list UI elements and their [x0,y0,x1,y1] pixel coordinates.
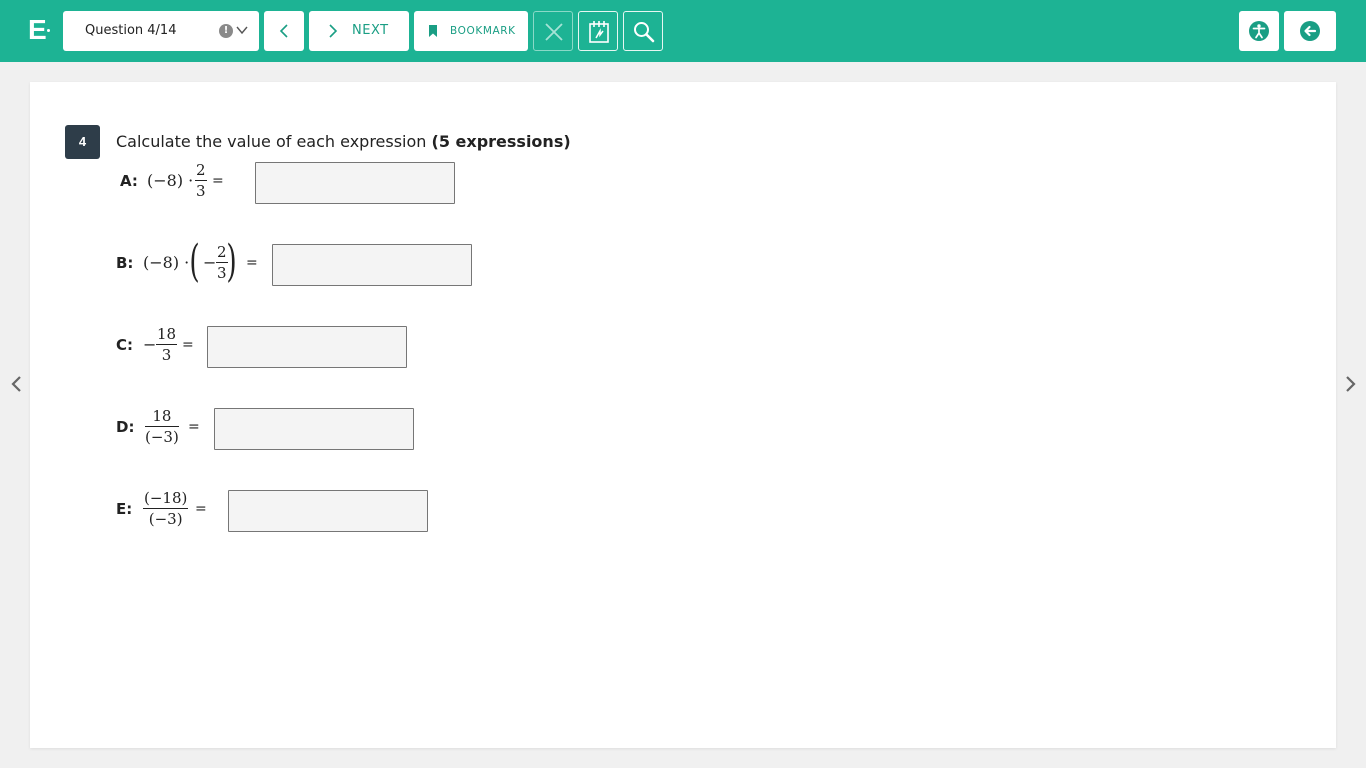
answer-input-b[interactable] [272,244,472,286]
expression-lead: (−8) · [143,253,190,272]
chevron-right-icon [329,24,338,38]
fraction: (−18) (−3) [143,489,189,528]
bookmark-button-label: BOOKMARK [450,25,516,37]
row-label: C: [116,336,134,354]
equals-sign: = [195,501,207,517]
notepad-button[interactable] [578,11,618,51]
top-toolbar: E Question 4/14 ! NEXT BOOKMARK [0,0,1366,62]
accessibility-icon [1249,21,1269,41]
fraction: 18 3 [156,325,178,364]
open-parenthesis: ( [189,236,200,287]
negative-sign: − [203,253,217,272]
question-prompt: Calculate the value of each expression (… [116,132,571,151]
zoom-button[interactable] [623,11,663,51]
equals-sign: = [188,419,200,435]
equals-sign: = [246,255,258,271]
row-label: D: [116,418,135,436]
question-number-badge: 4 [65,125,100,159]
question-selector[interactable]: Question 4/14 ! [63,11,259,51]
previous-button[interactable] [264,11,304,51]
question-selector-label: Question 4/14 [85,23,177,38]
fraction: 2 3 [195,161,207,200]
bookmark-icon [429,25,437,37]
eliminate-button[interactable] [533,11,573,51]
bookmark-button[interactable]: BOOKMARK [414,11,528,51]
exit-button[interactable] [1284,11,1336,51]
next-button[interactable]: NEXT [309,11,409,51]
chevron-left-icon [279,24,288,38]
equals-sign: = [212,173,224,189]
answer-input-d[interactable] [214,408,414,450]
close-icon [545,23,563,41]
row-label: B: [116,254,134,272]
answer-input-e[interactable] [228,490,428,532]
answer-input-c[interactable] [207,326,407,368]
warning-icon: ! [219,24,233,38]
notepad-icon [589,21,609,43]
question-prompt-count: (5 expressions) [431,132,571,151]
row-label: A: [120,172,138,190]
next-button-label: NEXT [352,23,389,38]
answer-input-a[interactable] [255,162,455,204]
fraction: 18 (−3) [145,407,179,446]
negative-sign: − [143,335,157,354]
exit-arrow-icon [1300,21,1320,41]
next-page-arrow-icon[interactable] [1343,374,1359,394]
row-label: E: [116,500,133,518]
app-logo: E [28,15,54,45]
previous-page-arrow-icon[interactable] [8,374,24,394]
expression-lead: (−8) · [147,171,194,190]
equals-sign: = [182,337,194,353]
close-parenthesis: ) [226,236,237,287]
chevron-down-icon [236,26,248,35]
search-icon [634,22,655,43]
accessibility-button[interactable] [1239,11,1279,51]
